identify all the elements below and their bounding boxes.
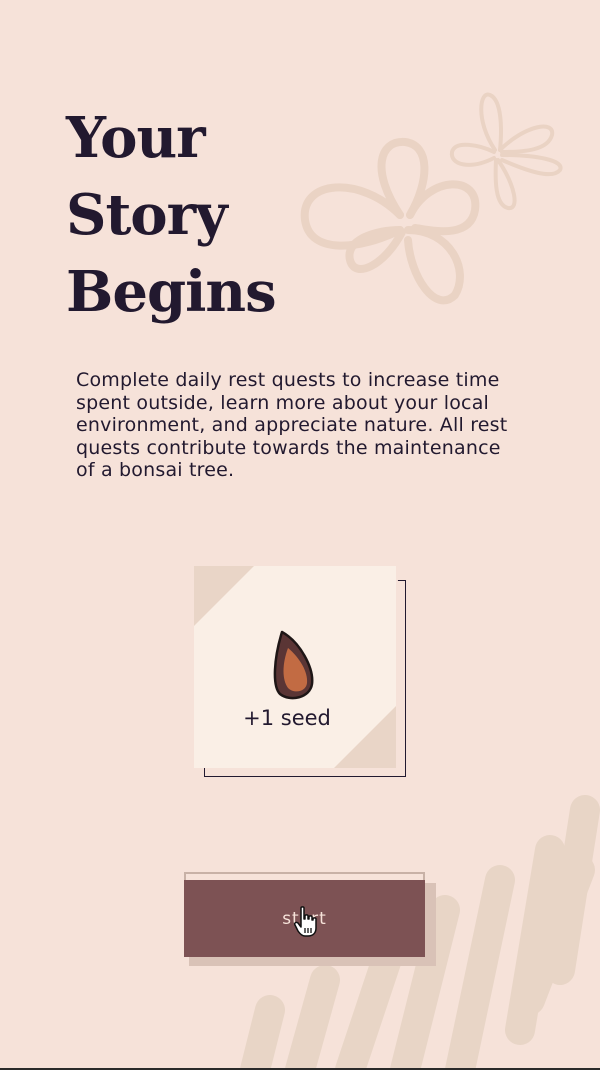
reward-label: +1 seed (243, 706, 331, 730)
title-line: Your (66, 105, 206, 171)
flower-decoration-icon (300, 92, 563, 305)
reward-card: +1 seed (194, 566, 396, 768)
start-button-outline (184, 872, 425, 880)
intro-paragraph: Complete daily rest quests to increase t… (76, 369, 508, 481)
seed-icon (273, 630, 314, 700)
title-line: Story (66, 182, 228, 248)
title-line: Begins (66, 259, 277, 325)
card-corner-decoration (194, 566, 254, 626)
hand-pointer-icon (294, 906, 317, 937)
page-title: Your Story Begins (66, 100, 277, 331)
